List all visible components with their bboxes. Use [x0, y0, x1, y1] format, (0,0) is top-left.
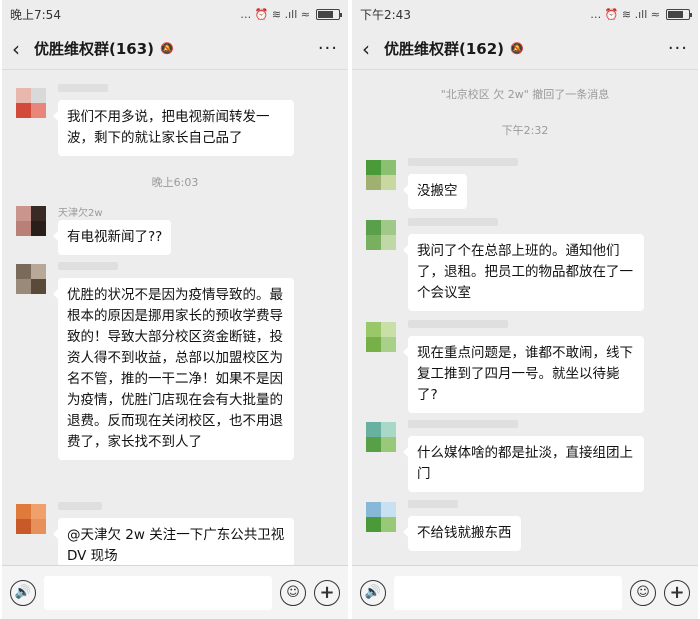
chat-header: ‹ 优胜维权群(163) 🔕 ···: [2, 28, 348, 70]
chevron-left-icon[interactable]: ‹: [362, 37, 384, 61]
voice-icon[interactable]: 🔊: [360, 579, 386, 606]
avatar[interactable]: [366, 220, 396, 250]
bell-off-icon: 🔕: [510, 42, 524, 55]
plus-icon[interactable]: +: [314, 579, 340, 606]
plus-icon[interactable]: +: [664, 579, 690, 606]
avatar[interactable]: [16, 88, 46, 118]
battery-icon: [316, 8, 342, 20]
voice-icon[interactable]: 🔊: [10, 579, 36, 606]
sender-name-blurred: [408, 218, 498, 226]
chat-area[interactable]: "北京校区 欠 2w" 撤回了一条消息 下午2:32 没搬空 我问了个在总部上班…: [352, 70, 698, 565]
timestamp: 下午2:32: [501, 124, 549, 137]
avatar[interactable]: [366, 160, 396, 190]
input-bar: 🔊 ☺ +: [2, 565, 348, 619]
avatar[interactable]: [16, 264, 46, 294]
status-bar: 晚上7:54 … ⏰ ≋ .ıll ≈: [2, 0, 348, 28]
status-icons: … ⏰ ≋ .ıll ≈: [240, 7, 342, 21]
sender-name-blurred: [408, 420, 518, 428]
sender-name-blurred: [408, 158, 518, 166]
message-bubble[interactable]: @天津欠 2w 关注一下广东公共卫视 DV 现场: [53, 518, 294, 565]
left-phone-screen: 晚上7:54 … ⏰ ≋ .ıll ≈ ‹ 优胜维权群(163) 🔕 ··· 我…: [2, 0, 348, 619]
avatar[interactable]: [16, 206, 46, 236]
input-bar: 🔊 ☺ +: [352, 565, 698, 619]
sender-name-blurred: [408, 320, 508, 328]
chat-area[interactable]: 我们不用多说，把电视新闻转发一波，剩下的就让家长自己品了 晚上6:03 天津欠2…: [2, 70, 348, 565]
sender-name-blurred: [408, 500, 458, 508]
more-options-button[interactable]: ···: [668, 38, 688, 59]
chat-title: 优胜维权群(163): [34, 40, 155, 58]
timestamp: 晚上6:03: [151, 176, 199, 189]
chat-title: 优胜维权群(162): [384, 40, 505, 58]
more-options-button[interactable]: ···: [318, 38, 338, 59]
message-bubble[interactable]: 现在重点问题是，谁都不敢闹，线下复工推到了四月一号。就坐以待毙了?: [403, 336, 644, 413]
chevron-left-icon[interactable]: ‹: [12, 37, 34, 61]
message-bubble[interactable]: 我问了个在总部上班的。通知他们了，退租。把员工的物品都放在了一个会议室: [403, 234, 644, 311]
sender-name-blurred: [58, 84, 108, 92]
status-time: 晚上7:54: [10, 7, 61, 22]
sender-name-blurred: [58, 502, 102, 510]
battery-icon: [666, 8, 692, 20]
status-bar: 下午2:43 … ⏰ ≋ .ıll ≈: [352, 0, 698, 28]
emoji-icon[interactable]: ☺: [630, 579, 656, 606]
sender-name: 天津欠2w: [58, 208, 103, 219]
message-input[interactable]: [44, 575, 272, 610]
avatar[interactable]: [16, 504, 46, 534]
sender-name-blurred: [58, 262, 118, 270]
message-bubble[interactable]: 没搬空: [403, 174, 467, 209]
status-time: 下午2:43: [360, 7, 411, 22]
message-bubble[interactable]: 不给钱就搬东西: [403, 516, 521, 551]
recall-notice: "北京校区 欠 2w" 撤回了一条消息: [440, 88, 610, 101]
avatar[interactable]: [366, 422, 396, 452]
avatar[interactable]: [366, 322, 396, 352]
status-glyphs: … ⏰ ≋ .ıll ≈: [240, 7, 310, 21]
message-bubble[interactable]: 我们不用多说，把电视新闻转发一波，剩下的就让家长自己品了: [53, 100, 294, 156]
bell-off-icon: 🔕: [160, 42, 174, 55]
right-phone-screen: 下午2:43 … ⏰ ≋ .ıll ≈ ‹ 优胜维权群(162) 🔕 ··· "…: [352, 0, 698, 619]
status-glyphs: … ⏰ ≋ .ıll ≈: [590, 7, 660, 21]
message-bubble[interactable]: 什么媒体啥的都是扯淡，直接组团上门: [403, 436, 644, 492]
message-bubble[interactable]: 优胜的状况不是因为疫情导致的。最根本的原因是挪用家长的预收学费导致的！导致大部分…: [53, 278, 294, 460]
message-input[interactable]: [394, 575, 622, 610]
message-bubble[interactable]: 有电视新闻了??: [52, 220, 172, 255]
emoji-icon[interactable]: ☺: [280, 579, 306, 606]
chat-header: ‹ 优胜维权群(162) 🔕 ···: [352, 28, 698, 70]
avatar[interactable]: [366, 502, 396, 532]
status-icons: … ⏰ ≋ .ıll ≈: [590, 7, 692, 21]
